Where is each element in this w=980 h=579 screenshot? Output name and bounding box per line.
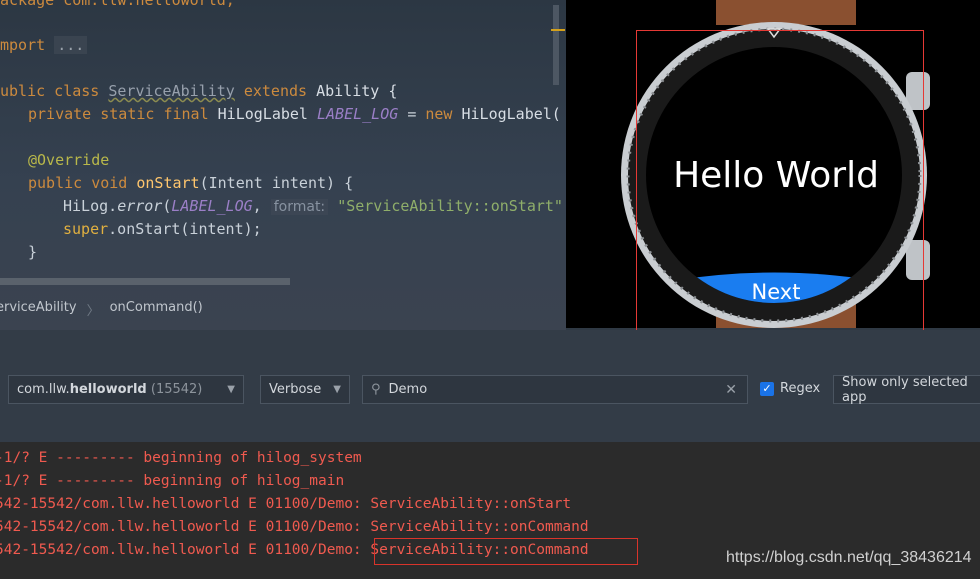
highlight-box [636,30,924,337]
closing-brace: } [28,243,38,261]
code-line: @Override [28,149,109,172]
code-line: HiLog.error(LABEL_LOG, format: "ServiceA… [63,195,563,219]
super-keyword: super [63,220,109,238]
vertical-scrollbar[interactable] [553,5,559,85]
search-input[interactable]: ⚲ Demo ✕ [362,375,748,404]
method-name: onStart [136,174,200,192]
chevron-down-icon: ▼ [333,384,341,395]
watch-strap-top [716,0,856,25]
clear-icon[interactable]: ✕ [725,382,737,398]
breadcrumb-class[interactable]: erviceAbility [0,300,77,319]
method-modifiers: public void [28,174,128,192]
parameter-hint: format: [270,199,329,215]
import-keyword: mport [0,36,46,54]
code-line: } [28,241,37,264]
constructor: HiLogLabel( [461,105,561,123]
logcat-toolbar: com.llw. helloworld (15542) ▼ Verbose ▼ ⚲… [0,375,980,405]
modifiers: private static final [28,105,209,123]
watermark: https://blog.csdn.net/qq_38436214 [726,549,972,566]
method-params: (Intent intent) { [199,174,354,192]
superclass: Ability { [316,82,398,100]
code-line: public void onStart(Intent intent) { [28,172,353,195]
chevron-down-icon: ▼ [227,384,235,395]
warning-marker[interactable] [551,29,565,31]
field-name: LABEL_LOG [317,105,399,123]
field-type: HiLogLabel [217,105,308,123]
log-highlight-box [374,538,638,565]
log-line: 542-15542/com.llw.helloworld E 01100/Dem… [0,496,572,512]
horizontal-scrollbar[interactable] [0,278,290,285]
log-level-select[interactable]: Verbose ▼ [260,375,350,404]
regex-label: Regex [780,381,821,396]
hilog-method: error [117,197,163,215]
operator: = [407,105,417,123]
label-arg: LABEL_LOG [171,197,253,215]
annotation: @Override [28,151,110,169]
breadcrumb: erviceAbility 〉 onCommand() [0,300,203,319]
extends-keyword: extends [243,82,308,100]
comma: , [252,197,262,215]
log-line: 542-15542/com.llw.helloworld E 01100/Dem… [0,519,589,535]
process-name: helloworld [69,382,147,397]
code-line: ublic class ServiceAbility extends Abili… [0,80,397,103]
class-name: ServiceAbility [108,82,235,100]
code-line: super.onStart(intent); [63,218,262,241]
code-line: ackage com.llw.helloworld; [0,0,235,12]
filter-value: Show only selected app [842,374,968,405]
new-keyword: new [425,105,453,123]
process-prefix: com.llw. [17,382,70,397]
search-value: Demo [388,382,428,397]
process-pid: (15542) [150,382,203,397]
code-line: private static final HiLogLabel LABEL_LO… [28,103,561,126]
log-level-value: Verbose [269,382,322,397]
breadcrumb-separator: 〉 [86,304,100,319]
code-line: mport ... [0,34,88,57]
process-select[interactable]: com.llw. helloworld (15542) ▼ [8,375,244,404]
class-keyword: ublic class [0,82,100,100]
filter-select[interactable]: Show only selected app [833,374,980,405]
code-editor[interactable]: ackage com.llw.helloworld; mport ... ubl… [0,0,566,330]
breadcrumb-method[interactable]: onCommand() [110,300,203,319]
log-line: -1/? E --------- beginning of hilog_main [0,473,345,489]
super-call: .onStart(intent); [108,220,262,238]
string-literal: "ServiceAbility::onStart" [337,197,563,215]
regex-checkbox[interactable]: ✓ [760,382,774,396]
import-fold[interactable]: ... [54,36,88,54]
package-statement: ackage com.llw.helloworld; [0,0,235,9]
log-line: -1/? E --------- beginning of hilog_syst… [0,450,362,466]
search-icon: ⚲ [371,382,381,397]
hilog-class: HiLog. [63,197,118,215]
